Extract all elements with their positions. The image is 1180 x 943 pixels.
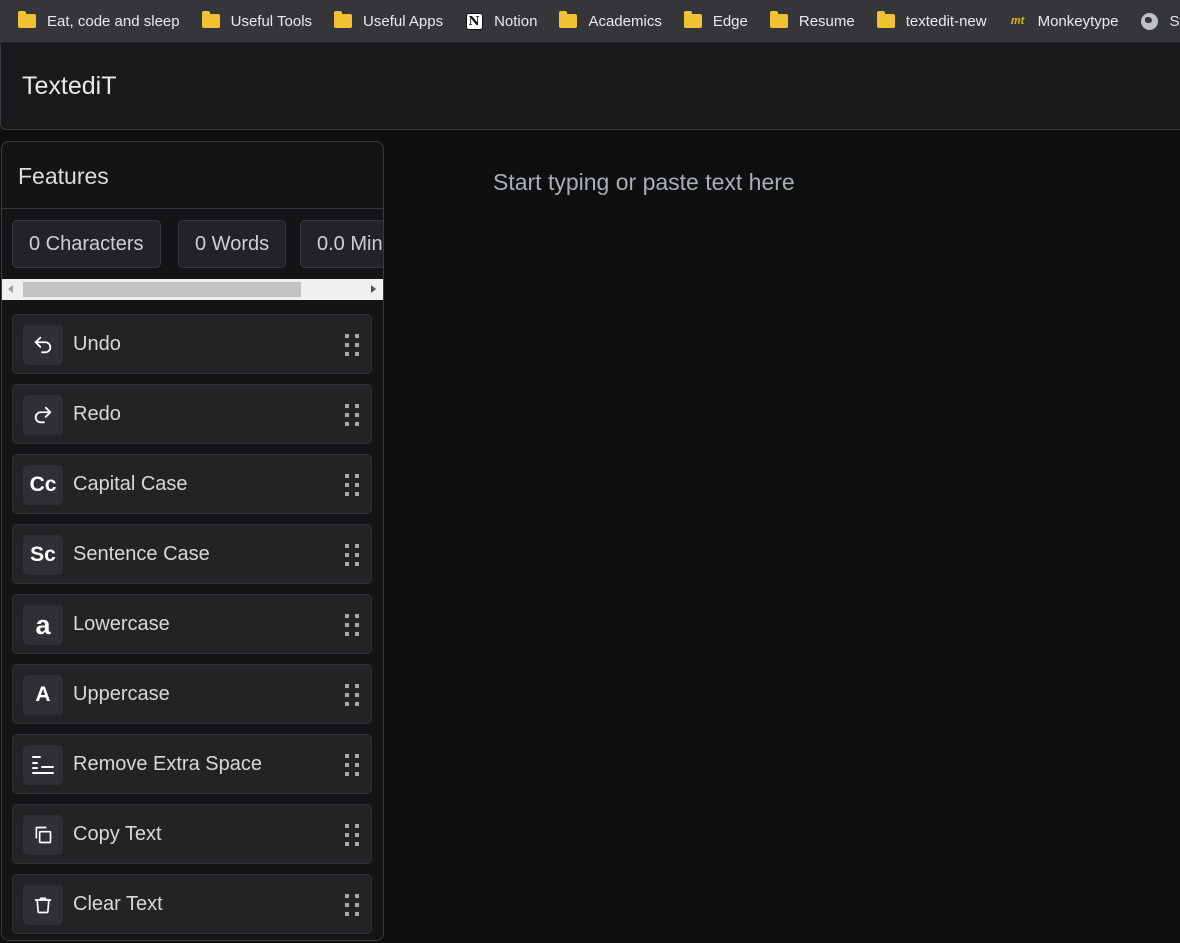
sidebar-header: Features bbox=[2, 142, 383, 209]
feature-list: Undo Redo Cc Capital Case Sc Sentence Ca… bbox=[12, 314, 372, 940]
stats-row: 0 Characters 0 Words 0.0 Min bbox=[2, 210, 383, 278]
bookmark-useful-tools[interactable]: Useful Tools bbox=[201, 11, 313, 30]
feature-label: Undo bbox=[73, 333, 121, 355]
feature-copy-text[interactable]: Copy Text bbox=[12, 804, 372, 864]
bookmark-label: Resume bbox=[798, 12, 855, 30]
drag-handle-icon[interactable] bbox=[345, 754, 359, 776]
drag-handle-icon[interactable] bbox=[345, 474, 359, 496]
text-editor-input[interactable] bbox=[493, 169, 1153, 909]
bookmark-label: Useful Tools bbox=[230, 12, 313, 30]
feature-clear-text[interactable]: Clear Text bbox=[12, 874, 372, 934]
drag-handle-icon[interactable] bbox=[345, 614, 359, 636]
feature-label: Copy Text bbox=[73, 823, 162, 845]
bookmark-useful-apps[interactable]: Useful Apps bbox=[333, 11, 444, 30]
drag-handle-icon[interactable] bbox=[345, 824, 359, 846]
feature-remove-extra-space[interactable]: Remove Extra Space bbox=[12, 734, 372, 794]
feature-sentence-case[interactable]: Sc Sentence Case bbox=[12, 524, 372, 584]
bookmark-resume[interactable]: Resume bbox=[769, 11, 855, 30]
folder-icon bbox=[876, 11, 896, 30]
folder-icon bbox=[333, 11, 353, 30]
scrollbar-thumb[interactable] bbox=[23, 282, 301, 297]
drag-handle-icon[interactable] bbox=[345, 684, 359, 706]
feature-label: Lowercase bbox=[73, 613, 170, 635]
bookmark-stuc[interactable]: Stuc bbox=[1139, 12, 1180, 30]
bookmark-label: textedit-new bbox=[905, 12, 987, 30]
bookmark-textedit-new[interactable]: textedit-new bbox=[876, 11, 987, 30]
bookmark-label: Useful Apps bbox=[363, 12, 444, 30]
reading-time-badge: 0.0 Min bbox=[300, 220, 383, 268]
bookmarks-bar: Eat, code and sleep Useful Tools Useful … bbox=[0, 0, 1180, 43]
drag-handle-icon[interactable] bbox=[345, 894, 359, 916]
feature-label: Remove Extra Space bbox=[73, 753, 262, 775]
feature-undo[interactable]: Undo bbox=[12, 314, 372, 374]
folder-icon bbox=[769, 11, 789, 30]
bookmark-label: Stuc bbox=[1169, 12, 1180, 30]
sentence-case-icon: Sc bbox=[23, 535, 63, 575]
scroll-left-arrow-icon[interactable] bbox=[8, 285, 13, 293]
drag-handle-icon[interactable] bbox=[345, 544, 359, 566]
monkeytype-icon: mt bbox=[1008, 12, 1028, 30]
notion-icon: N bbox=[464, 12, 484, 30]
horizontal-scrollbar[interactable] bbox=[2, 279, 383, 300]
folder-icon bbox=[683, 11, 703, 30]
feature-redo[interactable]: Redo bbox=[12, 384, 372, 444]
bookmark-label: Eat, code and sleep bbox=[47, 12, 180, 30]
character-count-badge: 0 Characters bbox=[12, 220, 161, 268]
app-title: TextediT bbox=[22, 72, 117, 100]
bookmark-academics[interactable]: Academics bbox=[558, 11, 662, 30]
feature-lowercase[interactable]: a Lowercase bbox=[12, 594, 372, 654]
feature-uppercase[interactable]: A Uppercase bbox=[12, 664, 372, 724]
feature-label: Capital Case bbox=[73, 473, 188, 495]
folder-icon bbox=[17, 11, 37, 30]
bookmark-edge[interactable]: Edge bbox=[683, 11, 748, 30]
bookmark-notion[interactable]: N Notion bbox=[464, 12, 537, 30]
drag-handle-icon[interactable] bbox=[345, 334, 359, 356]
word-count-badge: 0 Words bbox=[178, 220, 287, 268]
feature-label: Clear Text bbox=[73, 893, 163, 915]
app-header: TextediT bbox=[0, 44, 1180, 130]
editor-area bbox=[385, 131, 1180, 943]
bookmark-label: Notion bbox=[494, 12, 538, 30]
bookmark-eat-code-sleep[interactable]: Eat, code and sleep bbox=[17, 11, 180, 30]
feature-label: Redo bbox=[73, 403, 121, 425]
bookmark-monkeytype[interactable]: mt Monkeytype bbox=[1008, 12, 1119, 30]
globe-icon bbox=[1139, 12, 1159, 30]
trash-icon bbox=[23, 885, 63, 925]
bookmark-label: Academics bbox=[588, 12, 662, 30]
scroll-right-arrow-icon[interactable] bbox=[371, 285, 376, 293]
drag-handle-icon[interactable] bbox=[345, 404, 359, 426]
uppercase-icon: A bbox=[23, 675, 63, 715]
sidebar-heading: Features bbox=[18, 163, 109, 189]
feature-label: Sentence Case bbox=[73, 543, 210, 565]
redo-icon bbox=[23, 395, 63, 435]
folder-icon bbox=[201, 11, 221, 30]
monkeytype-icon-text: mt bbox=[1010, 15, 1025, 27]
copy-icon bbox=[23, 815, 63, 855]
folder-icon bbox=[558, 11, 578, 30]
feature-capital-case[interactable]: Cc Capital Case bbox=[12, 454, 372, 514]
bookmark-label: Edge bbox=[712, 12, 748, 30]
lowercase-icon: a bbox=[23, 605, 63, 645]
undo-icon bbox=[23, 325, 63, 365]
bookmark-label: Monkeytype bbox=[1037, 12, 1119, 30]
feature-label: Uppercase bbox=[73, 683, 170, 705]
features-sidebar: Features 0 Characters 0 Words 0.0 Min Un… bbox=[1, 141, 384, 941]
remove-space-icon bbox=[23, 745, 63, 785]
capital-case-icon: Cc bbox=[23, 465, 63, 505]
